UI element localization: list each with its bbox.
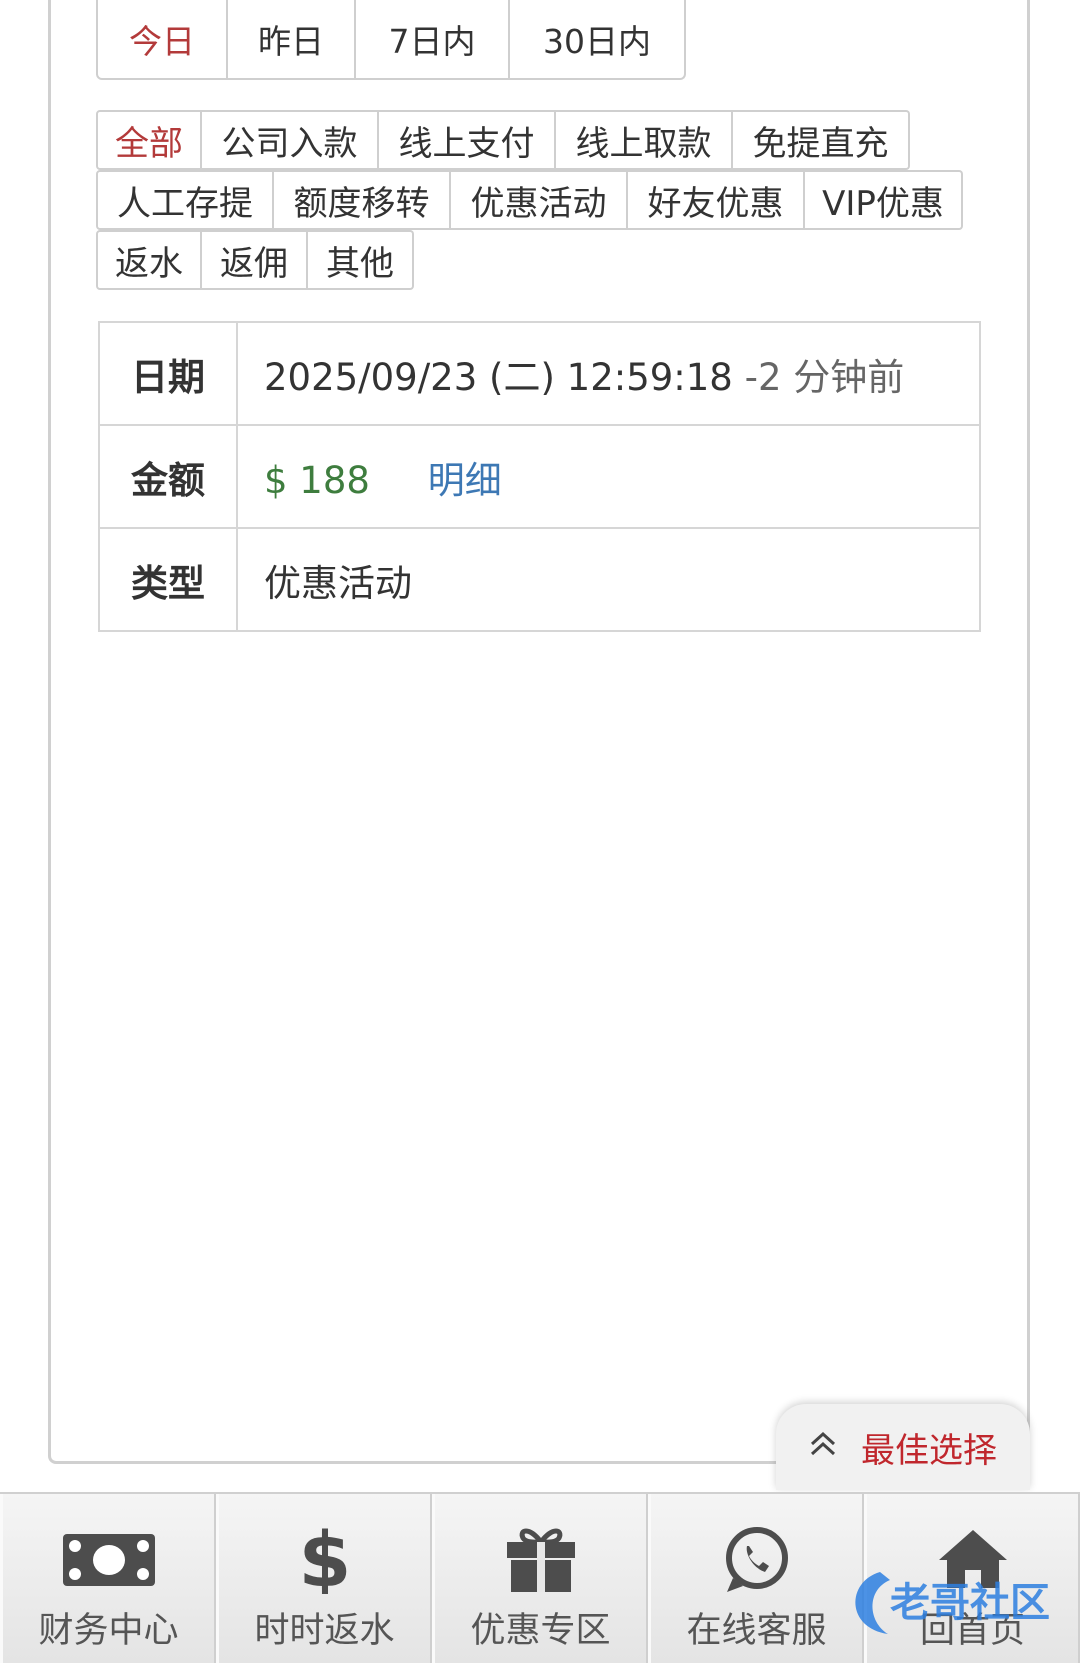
type-tab-commission[interactable]: 返佣 (202, 230, 308, 290)
table-row: 日期 2025/09/23 (二) 12:59:18 -2 分钟前 (98, 321, 981, 426)
type-filter-row-3: 返水 返佣 其他 (96, 230, 414, 290)
detail-link[interactable]: 明细 (428, 459, 502, 502)
type-tab-all[interactable]: 全部 (96, 110, 202, 170)
amount-label: 金额 (98, 424, 238, 529)
date-tab-7days[interactable]: 7日内 (356, 0, 510, 80)
nav-finance-center[interactable]: 财务中心 (0, 1494, 216, 1663)
type-tab-company-deposit[interactable]: 公司入款 (202, 110, 379, 170)
watermark-text: 老哥社区 (890, 1580, 1050, 1626)
watermark-logo: 老哥社区 (855, 1572, 1050, 1634)
nav-label: 时时返水 (254, 1611, 395, 1651)
type-label: 类型 (98, 527, 238, 632)
type-tab-transfer[interactable]: 额度移转 (274, 170, 451, 230)
nav-label: 在线客服 (686, 1611, 827, 1651)
record-table: 日期 2025/09/23 (二) 12:59:18 -2 分钟前 金额 $ 1… (98, 321, 981, 632)
svg-text:$: $ (298, 1524, 351, 1594)
double-chevron-up-icon (809, 1430, 837, 1465)
type-tab-online-withdraw[interactable]: 线上取款 (556, 110, 733, 170)
best-choice-button[interactable]: 最佳选择 (776, 1404, 1030, 1490)
type-tab-manual[interactable]: 人工存提 (96, 170, 274, 230)
date-tab-30days[interactable]: 30日内 (510, 0, 686, 80)
date-tab-yesterday[interactable]: 昨日 (228, 0, 356, 80)
date-value: 2025/09/23 (二) 12:59:18 (264, 355, 733, 399)
type-tab-rebate[interactable]: 返水 (96, 230, 202, 290)
type-filter-row-2: 人工存提 额度移转 优惠活动 好友优惠 VIP优惠 (96, 170, 963, 230)
nav-customer-service[interactable]: 在线客服 (648, 1494, 864, 1663)
date-tab-today[interactable]: 今日 (96, 0, 228, 80)
dollar-icon: $ (298, 1524, 351, 1594)
cash-icon (62, 1534, 155, 1586)
nav-promotions[interactable]: 优惠专区 (432, 1494, 648, 1663)
date-ago: -2 分钟前 (744, 355, 905, 399)
type-tab-direct-recharge[interactable]: 免提直充 (733, 110, 910, 170)
table-row: 金额 $ 188 明细 (98, 424, 981, 529)
whatsapp-icon (725, 1527, 788, 1592)
date-cell: 2025/09/23 (二) 12:59:18 -2 分钟前 (236, 321, 981, 426)
table-row: 类型 优惠活动 (98, 527, 981, 632)
type-tab-promotion[interactable]: 优惠活动 (451, 170, 628, 230)
nav-label: 财务中心 (38, 1611, 179, 1651)
amount-cell: $ 188 明细 (236, 424, 981, 529)
nav-label: 优惠专区 (470, 1611, 611, 1651)
type-tab-vip-bonus[interactable]: VIP优惠 (805, 170, 963, 230)
best-choice-label: 最佳选择 (861, 1430, 997, 1471)
type-value: 优惠活动 (236, 527, 981, 632)
amount-value: $ 188 (264, 458, 370, 502)
type-tab-online-payment[interactable]: 线上支付 (379, 110, 556, 170)
nav-rebate[interactable]: $ 时时返水 (216, 1494, 432, 1663)
date-label: 日期 (98, 321, 238, 426)
type-tab-friend-bonus[interactable]: 好友优惠 (628, 170, 805, 230)
type-tab-other[interactable]: 其他 (308, 230, 414, 290)
gift-icon (506, 1528, 575, 1592)
type-filter-row-1: 全部 公司入款 线上支付 线上取款 免提直充 (96, 110, 910, 170)
date-filter: 今日 昨日 7日内 30日内 (96, 0, 686, 80)
